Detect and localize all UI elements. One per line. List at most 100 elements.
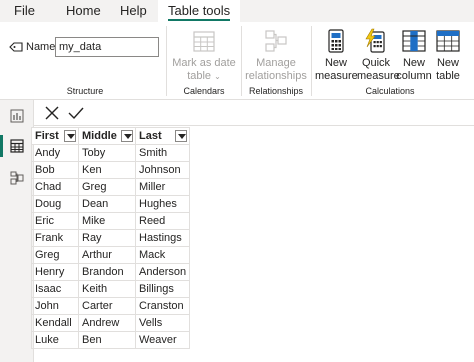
table-cell[interactable]: Cranston [134, 297, 191, 315]
filter-dropdown-button[interactable] [64, 130, 76, 142]
column-header-first[interactable]: First [31, 127, 79, 145]
table-cell[interactable]: Andy [31, 144, 79, 162]
column-header-last[interactable]: Last [134, 127, 191, 145]
table-cell[interactable]: Frank [31, 229, 79, 247]
tab-file[interactable]: File [14, 3, 35, 18]
table-cell[interactable]: Doug [31, 195, 79, 213]
table-cell[interactable]: Smith [134, 144, 191, 162]
table-cell[interactable]: Keith [78, 280, 136, 298]
calculations-group-label: Calculations [365, 86, 415, 96]
mark-as-date-label-1: Mark as date [172, 57, 236, 69]
new-column-label-2: column [396, 70, 432, 82]
relationships-icon [265, 30, 287, 52]
table-icon [10, 139, 24, 153]
manage-relationships-button[interactable]: Manage relationships [244, 28, 308, 83]
table-cell[interactable]: Hastings [134, 229, 191, 247]
table-cell[interactable]: Brandon [78, 263, 136, 281]
table-cell[interactable]: Greg [78, 178, 136, 196]
relationships-group-label: Relationships [248, 86, 304, 96]
table-cell[interactable]: Dean [78, 195, 136, 213]
column-header-label: Middle [82, 130, 117, 142]
table-cell[interactable]: Luke [31, 331, 79, 349]
model-view-button[interactable] [0, 164, 34, 192]
check-icon [68, 107, 84, 120]
model-icon [10, 171, 24, 185]
table-cell[interactable]: Vells [134, 314, 191, 332]
column-header-label: Last [139, 130, 162, 142]
mark-as-date-table-button[interactable]: Mark as date table ⌄ [172, 28, 236, 83]
table-cell[interactable]: Weaver [134, 331, 191, 349]
ribbon: Name Structure Mark as date table ⌄ Cale… [0, 22, 474, 100]
table-cell[interactable]: Isaac [31, 280, 79, 298]
table-row: Doug Dean Hughes [31, 195, 191, 213]
table-row: John Carter Cranston [31, 297, 191, 315]
table-row: Kendall Andrew Vells [31, 314, 191, 332]
tab-home[interactable]: Home [66, 3, 101, 18]
tab-help[interactable]: Help [120, 3, 147, 18]
tag-icon [9, 42, 23, 52]
table-cell[interactable]: Hughes [134, 195, 191, 213]
new-measure-button[interactable]: New measure [315, 28, 358, 83]
view-rail [0, 100, 34, 362]
new-table-button[interactable]: New table [433, 28, 463, 83]
new-column-icon [402, 30, 426, 52]
quick-measure-label-1: Quick [361, 57, 391, 69]
table-cell[interactable]: Toby [78, 144, 136, 162]
group-divider [311, 26, 312, 96]
quick-measure-button[interactable]: Quick measure [357, 28, 400, 83]
table-cell[interactable]: Arthur [78, 246, 136, 264]
table-cell[interactable]: Kendall [31, 314, 79, 332]
tab-table-tools[interactable]: Table tools [158, 0, 241, 22]
chevron-down-icon [67, 134, 75, 139]
table-row: Greg Arthur Mack [31, 246, 191, 264]
column-header-middle[interactable]: Middle [78, 127, 136, 145]
filter-dropdown-button[interactable] [121, 130, 133, 142]
mark-as-date-label-2-text: table [187, 70, 212, 82]
header-row: First Middle Last [31, 127, 191, 145]
calendar-icon [193, 31, 215, 52]
new-column-button[interactable]: New column [395, 28, 433, 83]
table-cell[interactable]: Henry [31, 263, 79, 281]
table-cell[interactable]: Andrew [78, 314, 136, 332]
mark-as-date-label-2: table ⌄ [172, 70, 236, 83]
table-cell[interactable]: Miller [134, 178, 191, 196]
formula-bar [34, 100, 474, 126]
chevron-down-icon [178, 134, 187, 139]
table-cell[interactable]: Mike [78, 212, 136, 230]
table-cell[interactable]: John [31, 297, 79, 315]
menu-bar: File Home Help Table tools [0, 0, 474, 22]
table-cell[interactable]: Johnson [134, 161, 191, 179]
table-row: Frank Ray Hastings [31, 229, 191, 247]
quick-measure-label-2: measure [357, 70, 400, 82]
table-cell[interactable]: Ken [78, 161, 136, 179]
group-divider [241, 26, 242, 96]
table-cell[interactable]: Carter [78, 297, 136, 315]
table-cell[interactable]: Chad [31, 178, 79, 196]
table-cell[interactable]: Greg [31, 246, 79, 264]
data-view-button[interactable] [0, 132, 34, 160]
table-cell[interactable]: Ben [78, 331, 136, 349]
table-cell[interactable]: Eric [31, 212, 79, 230]
data-table: First Middle Last Andy Toby Smith Bob Ken Joh… [31, 127, 191, 349]
table-cell[interactable]: Ray [78, 229, 136, 247]
chevron-down-icon [124, 134, 132, 139]
table-name-input[interactable] [55, 37, 159, 57]
column-header-label: First [35, 130, 59, 142]
structure-group-label: Structure [66, 86, 104, 96]
tab-table-tools-label: Table tools [168, 3, 231, 21]
table-cell[interactable]: Reed [134, 212, 191, 230]
new-table-label-1: New [436, 57, 459, 69]
manage-relationships-label-1: Manage [256, 57, 296, 69]
filter-dropdown-button[interactable] [175, 130, 188, 142]
commit-formula-button[interactable] [66, 103, 86, 123]
table-cell[interactable]: Bob [31, 161, 79, 179]
table-row: Andy Toby Smith [31, 144, 191, 162]
cancel-formula-button[interactable] [42, 103, 62, 123]
report-view-button[interactable] [0, 102, 34, 130]
new-table-icon [436, 30, 460, 52]
table-row: Isaac Keith Billings [31, 280, 191, 298]
table-cell[interactable]: Anderson [134, 263, 191, 281]
table-cell[interactable]: Billings [134, 280, 191, 298]
table-cell[interactable]: Mack [134, 246, 191, 264]
new-measure-label-1: New [324, 57, 347, 69]
